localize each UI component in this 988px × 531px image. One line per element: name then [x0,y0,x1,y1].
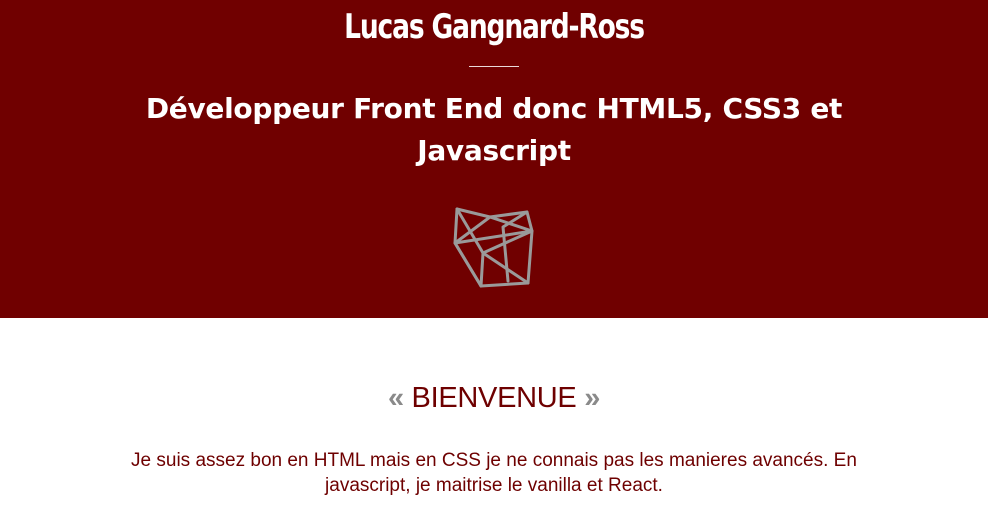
closing-quote: » [584,382,601,414]
polygon-wireframe-icon [453,207,534,288]
hero-header: Lucas Gangnard-Ross Développeur Front En… [0,0,988,318]
opening-quote: « [387,382,404,414]
intro-paragraph: Je suis assez bon en HTML mais en CSS je… [131,450,857,496]
page-title: Développeur Front End donc HTML5, CSS3 e… [145,92,843,167]
site-owner-name: Lucas Gangnard-Ross [344,7,645,47]
welcome-heading: « BIENVENUE » [0,378,988,418]
welcome-title: BIENVENUE [411,382,577,414]
header-divider [469,66,519,67]
